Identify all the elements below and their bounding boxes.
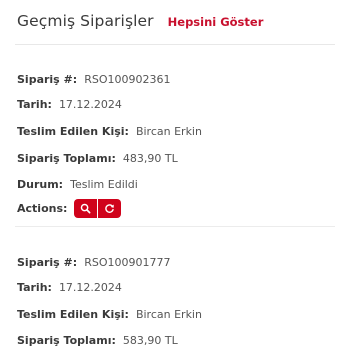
- order-total-value: 583,90 TL: [122, 333, 178, 347]
- order-total-row: Sipariş Toplamı: 583,90 TL: [17, 333, 178, 347]
- recipient-row: Teslim Edilen Kişi: Bircan Erkin: [17, 307, 202, 321]
- order-status-label: Durum:: [17, 177, 64, 191]
- order-total-label: Sipariş Toplamı:: [17, 151, 116, 165]
- order-status-value: Teslim Edildi: [70, 177, 138, 191]
- order-date-label: Tarih:: [17, 280, 52, 294]
- order-total-value: 483,90 TL: [122, 151, 178, 165]
- recipient-row: Teslim Edilen Kişi: Bircan Erkin: [17, 124, 202, 138]
- order-separator: [15, 226, 335, 227]
- actions-label: Actions:: [17, 201, 68, 215]
- refresh-icon: [104, 199, 115, 218]
- show-all-link[interactable]: Hepsini Göster: [168, 15, 264, 29]
- order-number-row: Sipariş #: RSO100901777: [17, 255, 170, 269]
- recipient-label: Teslim Edilen Kişi:: [17, 124, 129, 138]
- order-total-label: Sipariş Toplamı:: [17, 333, 116, 347]
- order-number-value: RSO100902361: [84, 72, 171, 86]
- order-date-row: Tarih: 17.12.2024: [17, 280, 122, 294]
- action-button-group: [74, 198, 122, 218]
- page-title: Geçmiş Siparişler: [17, 12, 154, 30]
- search-icon: [80, 199, 91, 218]
- header-divider: [15, 44, 335, 45]
- recipient-value: Bircan Erkin: [135, 307, 202, 321]
- recipient-label: Teslim Edilen Kişi:: [17, 307, 129, 321]
- order-date-label: Tarih:: [17, 97, 52, 111]
- order-status-row: Durum: Teslim Edildi: [17, 177, 138, 191]
- order-number-value: RSO100901777: [84, 255, 171, 269]
- order-date-row: Tarih: 17.12.2024: [17, 97, 122, 111]
- view-order-button[interactable]: [74, 198, 98, 218]
- page-header: Geçmiş Siparişler Hepsini Göster: [17, 12, 340, 30]
- actions-row: Actions:: [17, 196, 122, 220]
- order-date-value: 17.12.2024: [58, 97, 122, 111]
- order-date-value: 17.12.2024: [58, 280, 122, 294]
- order-number-label: Sipariş #:: [17, 72, 78, 86]
- recipient-value: Bircan Erkin: [135, 124, 202, 138]
- order-number-row: Sipariş #: RSO100902361: [17, 72, 170, 86]
- order-total-row: Sipariş Toplamı: 483,90 TL: [17, 151, 178, 165]
- reorder-button[interactable]: [98, 198, 122, 218]
- order-number-label: Sipariş #:: [17, 255, 78, 269]
